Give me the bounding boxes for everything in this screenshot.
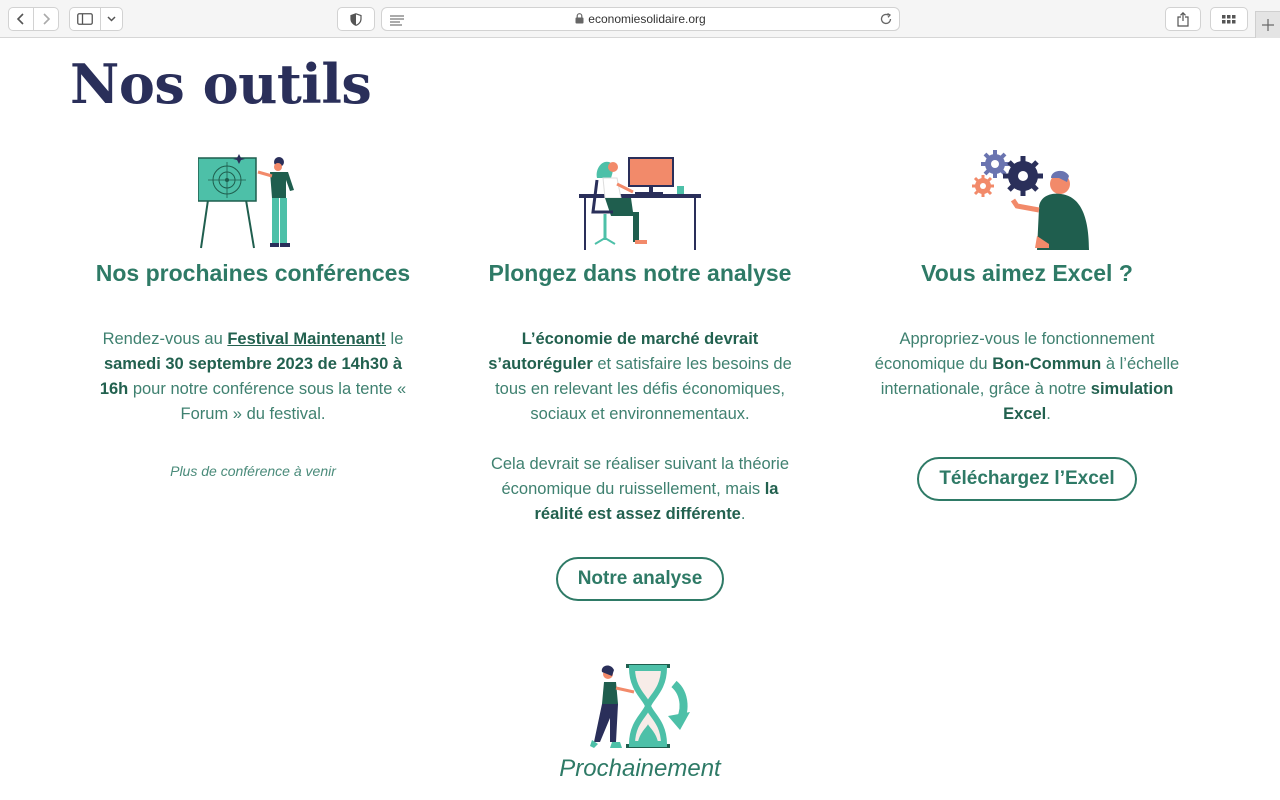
- card-heading: Nos prochaines conférences: [95, 260, 411, 286]
- card-analysis: Plongez dans notre analyse L’économie de…: [460, 140, 820, 601]
- chevron-left-icon: [16, 13, 24, 25]
- new-tab-button[interactable]: [1255, 11, 1280, 38]
- hourglass-illustration: [590, 664, 690, 748]
- upcoming-label: Prochainement: [559, 755, 721, 782]
- grid-icon: [1222, 14, 1236, 23]
- card-text: Appropriez-vous le fonctionnement économ…: [847, 327, 1207, 427]
- back-button[interactable]: [8, 7, 34, 31]
- card-heading: Plongez dans notre analyse: [488, 260, 792, 286]
- shield-icon: [350, 12, 362, 26]
- upcoming-section: Prochainement: [540, 662, 740, 783]
- download-excel-button[interactable]: Téléchargez l’Excel: [917, 457, 1137, 501]
- lock-icon: [575, 12, 588, 26]
- card-excel: Vous aimez Excel ? Appropriez-vous le fo…: [847, 140, 1207, 501]
- analysis-button[interactable]: Notre analyse: [555, 557, 725, 601]
- reload-icon[interactable]: [879, 12, 893, 31]
- chevron-down-icon: [107, 16, 116, 22]
- text: Rendez-vous au: [102, 330, 228, 348]
- sidebar-icon: [77, 13, 93, 25]
- card-text: L’économie de marché devrait s’autorégul…: [460, 327, 820, 427]
- forward-button[interactable]: [33, 7, 59, 31]
- share-icon: [1177, 11, 1189, 27]
- share-button[interactable]: [1165, 7, 1201, 31]
- sidebar-toggle-button[interactable]: [69, 7, 101, 31]
- card-text: Rendez-vous au Festival Maintenant! le s…: [73, 327, 433, 427]
- text: Cela devrait se réaliser suivant la théo…: [490, 455, 790, 498]
- festival-link[interactable]: Festival Maintenant!: [227, 330, 386, 348]
- text: le: [385, 330, 404, 348]
- gears-illustration: [847, 140, 1207, 250]
- plus-icon: [1262, 19, 1274, 31]
- presentation-illustration: [73, 140, 433, 250]
- more-conferences-note: Plus de conférence à venir: [170, 463, 336, 479]
- bold-text: Bon-Commun: [992, 355, 1102, 373]
- text: .: [1046, 405, 1051, 423]
- sidebar-menu-button[interactable]: [100, 7, 123, 31]
- card-heading: Vous aimez Excel ?: [921, 260, 1133, 286]
- browser-toolbar: economiesolidaire.org: [0, 0, 1280, 38]
- text: pour notre conférence sous la tente « Fo…: [128, 380, 407, 423]
- chevron-right-icon: [43, 13, 51, 25]
- text: .: [740, 505, 746, 523]
- page-title: Nos outils: [70, 52, 372, 116]
- card-text-2: Cela devrait se réaliser suivant la théo…: [460, 452, 820, 527]
- desk-illustration: [460, 140, 820, 250]
- address-bar[interactable]: economiesolidaire.org: [381, 7, 900, 31]
- url-text: economiesolidaire.org: [588, 12, 706, 26]
- tab-overview-button[interactable]: [1210, 7, 1248, 31]
- card-conferences: Nos prochaines conférences Rendez-vous a…: [73, 140, 433, 479]
- privacy-button[interactable]: [337, 7, 375, 31]
- address-text: economiesolidaire.org: [382, 12, 899, 26]
